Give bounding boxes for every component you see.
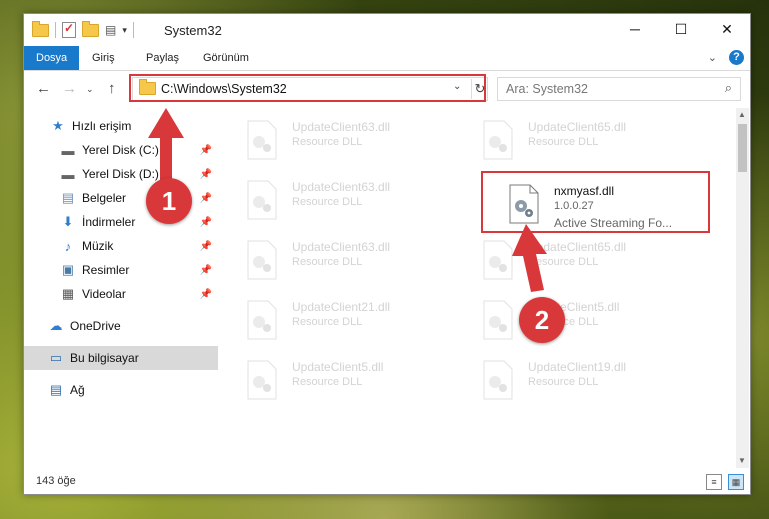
- step-badge-1: 1: [146, 178, 192, 224]
- step-badge-2: 2: [519, 297, 565, 343]
- annotation-arrows: [148, 108, 547, 292]
- arrow-up-icon: [512, 224, 547, 292]
- arrow-up-icon: [148, 108, 184, 186]
